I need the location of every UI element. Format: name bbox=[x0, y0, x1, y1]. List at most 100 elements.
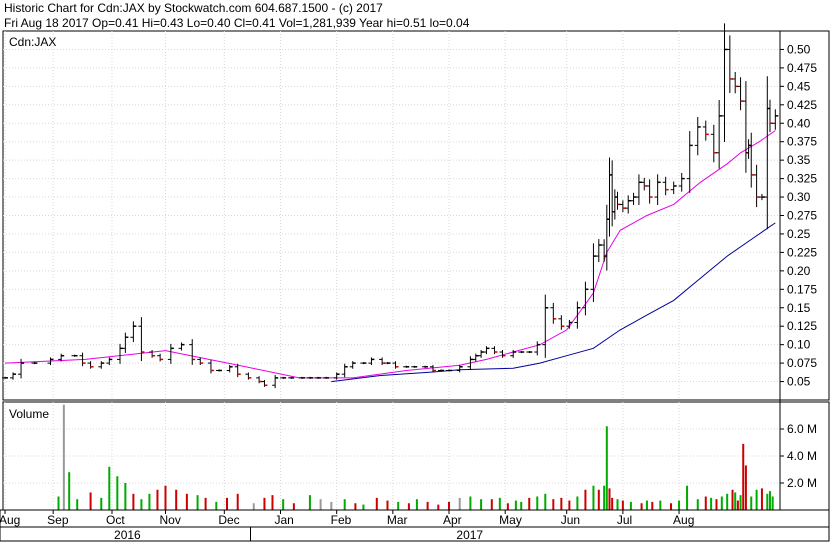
volume-bar bbox=[528, 497, 531, 510]
volume-bar bbox=[469, 496, 472, 510]
volume-bar bbox=[89, 492, 92, 510]
volume-bar bbox=[544, 493, 547, 510]
month-label: Oct bbox=[106, 513, 125, 527]
volume-bar bbox=[640, 503, 643, 510]
month-label: Apr bbox=[443, 513, 462, 527]
year-label: 2016 bbox=[114, 528, 141, 542]
price-tick-label: 0.225 bbox=[787, 245, 817, 259]
volume-bar bbox=[236, 493, 239, 510]
volume-bar bbox=[720, 496, 723, 510]
volume-bar bbox=[696, 499, 699, 510]
volume-bar bbox=[645, 500, 648, 510]
volume-bar bbox=[362, 504, 365, 510]
month-label: Jun bbox=[561, 513, 580, 527]
volume-bar bbox=[597, 489, 600, 510]
volume-bar bbox=[132, 493, 135, 510]
volume-bar bbox=[771, 496, 774, 510]
volume-bar bbox=[536, 496, 539, 510]
price-tick-label: 0.45 bbox=[787, 79, 811, 93]
price-tick-label: 0.375 bbox=[787, 135, 817, 149]
price-tick-label: 0.50 bbox=[787, 42, 811, 56]
volume-bar bbox=[397, 501, 400, 510]
month-label: Aug bbox=[0, 513, 20, 527]
volume-bar bbox=[670, 503, 673, 510]
volume-tick-label: 6.0 M bbox=[787, 422, 817, 436]
volume-bar bbox=[710, 497, 713, 510]
volume-bar bbox=[616, 499, 619, 510]
volume-bar bbox=[629, 501, 632, 510]
volume-bar bbox=[755, 489, 758, 510]
price-tick-label: 0.425 bbox=[787, 98, 817, 112]
price-tick-label: 0.25 bbox=[787, 227, 811, 241]
price-tick-label: 0.20 bbox=[787, 264, 811, 278]
volume-bar bbox=[68, 472, 71, 510]
month-label: Feb bbox=[331, 513, 352, 527]
volume-bar bbox=[651, 501, 654, 510]
month-label: Sep bbox=[47, 513, 69, 527]
price-tick-label: 0.325 bbox=[787, 172, 817, 186]
volume-bar bbox=[226, 497, 229, 510]
volume-bar bbox=[576, 496, 579, 510]
price-tick-label: 0.35 bbox=[787, 153, 811, 167]
volume-panel: 2.0 M 4.0 M 6.0 M Volume bbox=[2, 401, 830, 511]
time-axis: Aug Sep Oct Nov Dec Jan Feb Mar Apr May Jun Jul Aug 2… bbox=[0, 509, 830, 542]
volume-bar bbox=[100, 497, 103, 510]
volume-bar bbox=[386, 500, 389, 510]
price-tick-label: 0.475 bbox=[787, 61, 817, 75]
volume-bar bbox=[742, 443, 745, 510]
volume-bar bbox=[506, 503, 509, 510]
volume-bar bbox=[520, 501, 523, 510]
volume-bar bbox=[715, 499, 718, 510]
volume-bar bbox=[57, 496, 60, 510]
volume-bar bbox=[140, 499, 143, 510]
volume-bar bbox=[319, 499, 322, 510]
volume-bar bbox=[271, 495, 274, 510]
price-tick-label: 0.125 bbox=[787, 319, 817, 333]
volume-bar bbox=[514, 500, 517, 510]
volume-bar bbox=[415, 499, 418, 510]
volume-bar bbox=[560, 497, 563, 510]
month-label: Jul bbox=[617, 513, 632, 527]
volume-bar bbox=[330, 501, 333, 510]
volume-bar bbox=[498, 497, 501, 510]
price-panel-title: Cdn:JAX bbox=[9, 35, 56, 49]
volume-bar bbox=[750, 496, 753, 510]
volume-bar bbox=[659, 500, 662, 510]
ma-long-line bbox=[331, 222, 776, 383]
volume-bar bbox=[156, 489, 159, 510]
price-tick-label: 0.15 bbox=[787, 301, 811, 315]
volume-bar bbox=[148, 493, 151, 510]
stock-chart: 0.05 0.075 0.10 0.125 0.15 0.175 0.20 0.225 0.25… bbox=[0, 23, 830, 542]
volume-bar bbox=[263, 497, 266, 510]
volume-bar bbox=[196, 495, 199, 510]
volume-bar bbox=[608, 488, 611, 510]
volume-bar bbox=[704, 496, 707, 510]
volume-bar bbox=[766, 493, 769, 510]
volume-bar bbox=[204, 497, 207, 510]
volume-bar bbox=[354, 503, 357, 510]
volume-bar bbox=[731, 489, 734, 510]
volume-bar bbox=[760, 488, 763, 510]
volume-bar bbox=[215, 501, 218, 510]
volume-bar bbox=[292, 503, 295, 510]
month-label: Mar bbox=[387, 513, 408, 527]
volume-tick-label: 4.0 M bbox=[787, 449, 817, 463]
month-label: Aug bbox=[673, 513, 694, 527]
volume-bar bbox=[308, 495, 311, 510]
volume-bar bbox=[116, 476, 119, 510]
volume-bar bbox=[605, 426, 608, 510]
volume-panel-title: Volume bbox=[9, 407, 49, 421]
volume-bar bbox=[437, 504, 440, 510]
volume-bar bbox=[108, 466, 111, 510]
price-tick-label: 0.075 bbox=[787, 356, 817, 370]
volume-bar bbox=[592, 485, 595, 510]
price-tick-label: 0.30 bbox=[787, 190, 811, 204]
price-tick-label: 0.40 bbox=[787, 116, 811, 130]
volume-bar bbox=[736, 500, 739, 510]
volume-bar bbox=[726, 493, 729, 510]
month-label: Dec bbox=[218, 513, 239, 527]
volume-bar bbox=[603, 485, 606, 510]
volume-bar bbox=[407, 503, 410, 510]
ma-short-line bbox=[4, 130, 776, 379]
price-tick-label: 0.175 bbox=[787, 282, 817, 296]
